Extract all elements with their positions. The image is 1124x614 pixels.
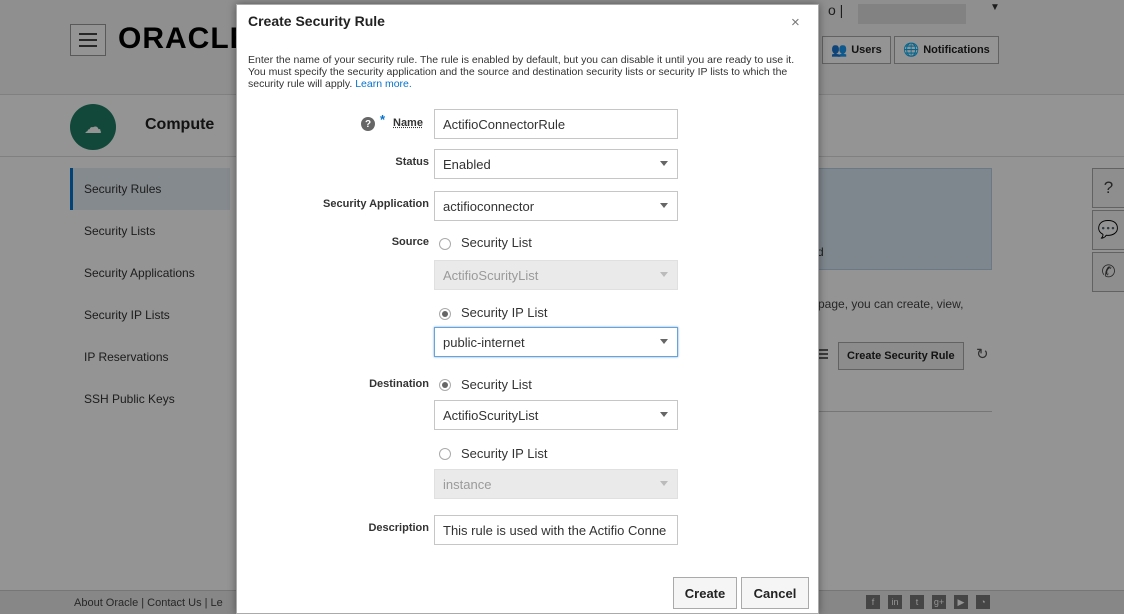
dialog-intro: Enter the name of your security rule. Th… — [248, 54, 808, 90]
description-label: Description — [368, 522, 429, 534]
create-security-rule-dialog: Create Security Rule × Enter the name of… — [236, 4, 819, 614]
destination-security-ip-list-radio[interactable] — [439, 448, 451, 460]
destination-security-ip-list-select: instance — [434, 469, 678, 499]
intro-text: Enter the name of your security rule. Th… — [248, 54, 795, 90]
source-security-ip-list-select[interactable]: public-internet — [434, 327, 678, 357]
destination-security-list-value: ActifioScurityList — [443, 407, 539, 423]
source-security-list-value: ActifioScurityList — [443, 267, 539, 283]
chevron-down-icon — [660, 272, 668, 277]
destination-security-ip-list-option[interactable]: Security IP List — [461, 446, 547, 461]
source-security-ip-list-radio[interactable] — [439, 308, 451, 320]
required-indicator: * — [380, 112, 386, 127]
source-label: Source — [391, 236, 429, 248]
help-icon[interactable]: ? — [361, 117, 375, 131]
name-value: ActifioConnectorRule — [443, 116, 566, 132]
security-application-label: Security Application — [323, 198, 429, 210]
chevron-down-icon — [660, 412, 668, 417]
destination-security-ip-list-value: instance — [443, 476, 492, 492]
destination-security-list-radio[interactable] — [439, 379, 451, 391]
dialog-title: Create Security Rule — [248, 13, 385, 29]
chevron-down-icon — [660, 203, 668, 208]
status-label: Status — [395, 156, 429, 168]
source-security-list-select: ActifioScurityList — [434, 260, 678, 290]
cancel-button[interactable]: Cancel — [741, 577, 809, 609]
close-icon[interactable]: × — [791, 14, 800, 31]
security-application-value: actifioconnector — [443, 198, 535, 214]
status-select[interactable]: Enabled — [434, 149, 678, 179]
learn-more-link[interactable]: Learn more. — [355, 78, 412, 90]
security-application-select[interactable]: actifioconnector — [434, 191, 678, 221]
destination-security-list-option[interactable]: Security List — [461, 377, 532, 392]
destination-label: Destination — [369, 378, 429, 390]
source-security-list-radio[interactable] — [439, 238, 451, 250]
status-value: Enabled — [443, 156, 491, 172]
name-input[interactable]: ActifioConnectorRule — [434, 109, 678, 139]
source-security-ip-list-option[interactable]: Security IP List — [461, 305, 547, 320]
name-label: Name — [393, 117, 423, 129]
description-value: This rule is used with the Actifio Conne — [443, 522, 667, 538]
chevron-down-icon — [660, 161, 668, 166]
chevron-down-icon — [660, 481, 668, 486]
description-input[interactable]: This rule is used with the Actifio Conne — [434, 515, 678, 545]
destination-security-list-select[interactable]: ActifioScurityList — [434, 400, 678, 430]
chevron-down-icon — [660, 339, 668, 344]
create-button[interactable]: Create — [673, 577, 737, 609]
source-security-list-option[interactable]: Security List — [461, 235, 532, 250]
source-security-ip-list-value: public-internet — [443, 334, 525, 350]
